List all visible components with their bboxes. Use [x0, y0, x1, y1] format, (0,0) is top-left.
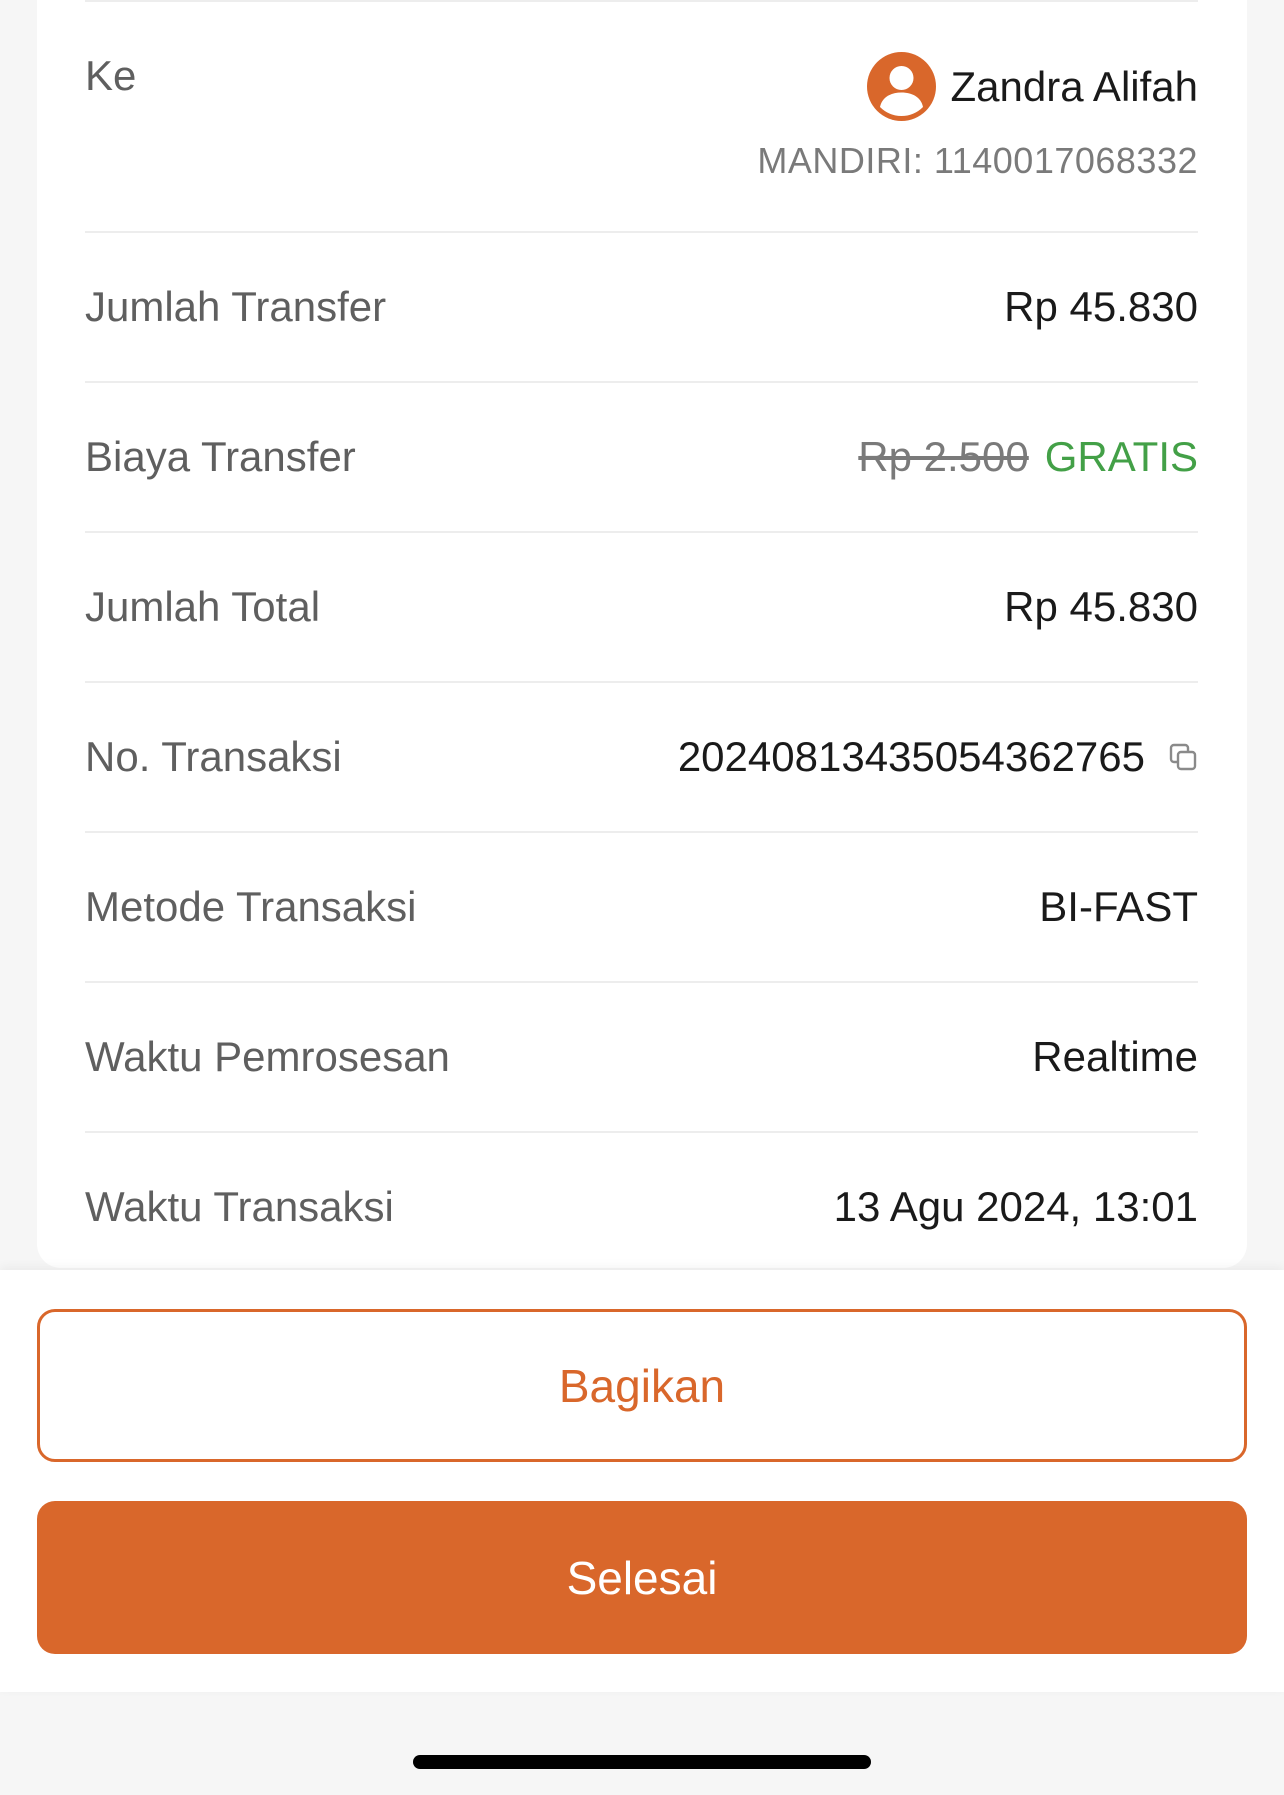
free-fee-badge: GRATIS — [1044, 433, 1198, 480]
detail-value: Rp 45.830 — [1004, 583, 1198, 630]
detail-value: 13 Agu 2024, 13:01 — [833, 1183, 1198, 1230]
detail-label: No. Transaksi — [85, 733, 342, 780]
detail-label: Jumlah Total — [85, 583, 321, 630]
bottom-action-panel: Bagikan Selesai — [0, 1270, 1284, 1692]
detail-row-transaction-number: No. Transaksi 20240813435054362765 — [85, 681, 1198, 831]
transaction-detail-card: Ke Zandra Alifah MANDIRI: 1140017068332 … — [37, 0, 1247, 1268]
detail-value: Rp 2.500 GRATIS — [858, 433, 1198, 481]
detail-value: BI-FAST — [1039, 883, 1198, 930]
transaction-detail-list: Ke Zandra Alifah MANDIRI: 1140017068332 … — [85, 0, 1198, 1268]
detail-row-transfer-fee: Biaya Transfer Rp 2.500 GRATIS — [85, 381, 1198, 531]
done-button[interactable]: Selesai — [37, 1501, 1247, 1654]
detail-row-total-amount: Jumlah Total Rp 45.830 — [85, 531, 1198, 681]
recipient-bank-account: MANDIRI: 1140017068332 — [757, 140, 1198, 181]
recipient-section: Ke Zandra Alifah MANDIRI: 1140017068332 — [85, 0, 1198, 231]
detail-label: Biaya Transfer — [85, 433, 356, 480]
copy-icon[interactable] — [1168, 742, 1198, 772]
transaction-number: 20240813435054362765 — [677, 733, 1145, 780]
home-indicator[interactable] — [413, 1755, 871, 1769]
detail-label: Waktu Pemrosesan — [85, 1033, 450, 1080]
detail-label: Waktu Transaksi — [85, 1183, 394, 1230]
recipient-identity: Zandra Alifah — [866, 52, 1199, 121]
detail-label: Jumlah Transfer — [85, 283, 387, 330]
detail-row-transaction-time: Waktu Transaksi 13 Agu 2024, 13:01 — [85, 1131, 1198, 1268]
detail-value: 20240813435054362765 — [678, 733, 1198, 781]
detail-row-transfer-amount: Jumlah Transfer Rp 45.830 — [85, 231, 1198, 381]
detail-value: Rp 45.830 — [1004, 283, 1198, 330]
detail-row-processing-time: Waktu Pemrosesan Realtime — [85, 981, 1198, 1131]
detail-value: Realtime — [1032, 1033, 1198, 1080]
original-fee: Rp 2.500 — [858, 433, 1029, 480]
detail-row-transaction-method: Metode Transaksi BI-FAST — [85, 831, 1198, 981]
detail-label: Metode Transaksi — [85, 883, 417, 930]
user-avatar-icon — [866, 52, 936, 121]
recipient-name: Zandra Alifah — [950, 62, 1199, 110]
share-button[interactable]: Bagikan — [37, 1309, 1247, 1462]
recipient-label: Ke — [85, 52, 137, 99]
